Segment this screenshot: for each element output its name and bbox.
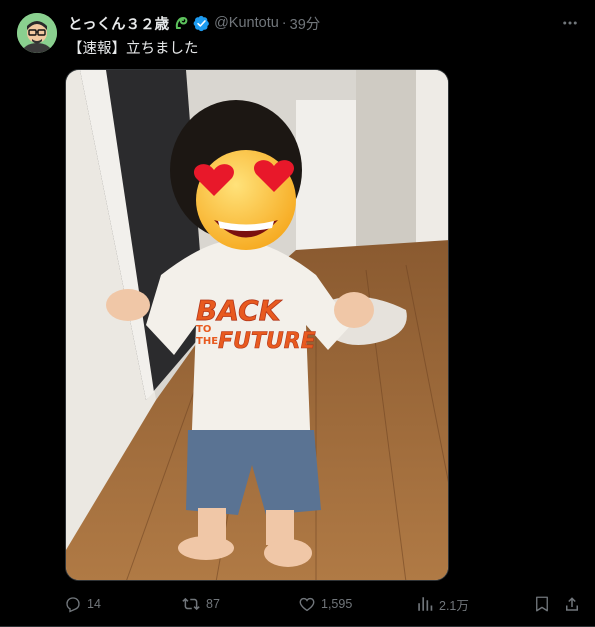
shirt-logo-to: TO [196, 324, 211, 335]
repost-icon [182, 597, 200, 611]
repost-button[interactable]: 87 [181, 592, 220, 616]
reply-button[interactable]: 14 [64, 592, 101, 616]
sprout-icon [174, 15, 190, 31]
tweet[interactable]: とっくん３２歳 @Kuntotu · 39分 【速報】立ちました BACK TO… [0, 0, 595, 627]
like-button[interactable]: 1,595 [298, 592, 352, 616]
views-button[interactable]: 2.1万 [416, 592, 469, 616]
share-icon [566, 597, 578, 611]
shirt-logo-the: THE [196, 336, 218, 347]
more-options-button[interactable] [559, 12, 581, 34]
handle[interactable]: @Kuntotu [214, 15, 279, 31]
tweet-text: 【速報】立ちました [68, 41, 199, 57]
shirt-logo-future: FUTURE [218, 329, 316, 354]
bookmark-icon [536, 596, 548, 612]
more-icon [563, 21, 577, 25]
repost-count: 87 [206, 597, 220, 611]
separator-dot: · [281, 15, 287, 31]
like-count: 1,595 [321, 597, 353, 611]
verified-badge-icon[interactable] [193, 15, 210, 32]
bookmark-button[interactable] [533, 592, 551, 616]
tweet-photo[interactable]: BACK TO THE FUTURE [65, 69, 449, 581]
reply-icon [66, 597, 80, 613]
tweet-header: とっくん３２歳 @Kuntotu · 39分 [68, 12, 320, 34]
view-count: 2.1万 [439, 598, 469, 613]
analytics-icon [418, 597, 433, 611]
display-name[interactable]: とっくん３２歳 [68, 13, 169, 34]
heart-icon [299, 597, 315, 612]
share-button[interactable] [563, 592, 581, 616]
action-bar: 14 87 1,595 2.1万 [0, 592, 595, 616]
shirt-logo-back: BACK [196, 294, 283, 327]
reply-count: 14 [87, 597, 101, 611]
timestamp[interactable]: 39分 [290, 13, 321, 34]
avatar[interactable] [17, 13, 57, 53]
